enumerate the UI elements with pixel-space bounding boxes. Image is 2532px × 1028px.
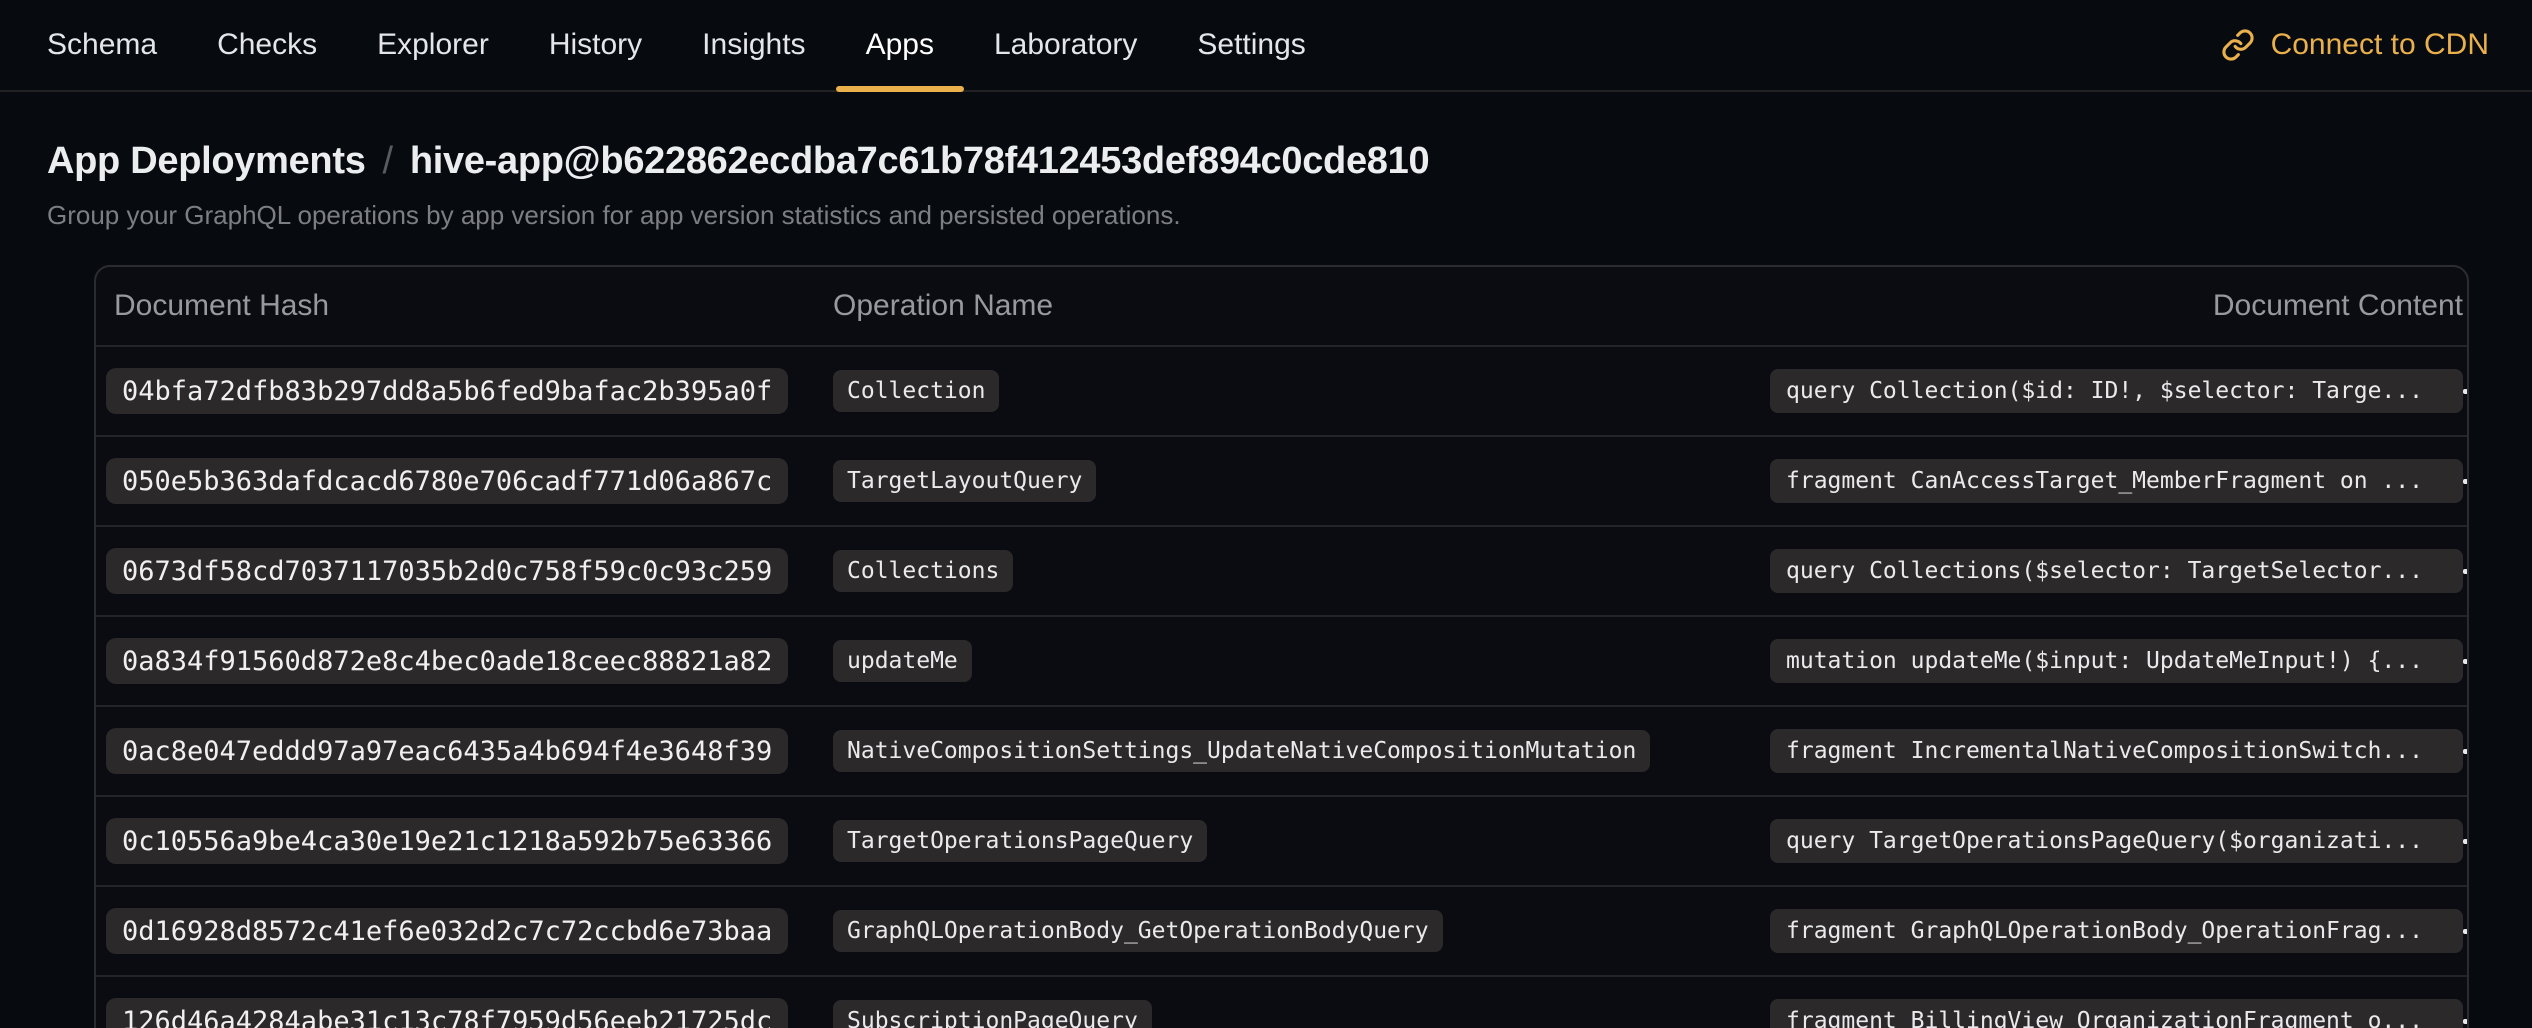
ellipsis-icon <box>2463 929 2467 934</box>
document-content-preview: query Collection($id: ID!, $selector: Ta… <box>1770 369 2463 413</box>
ellipsis-icon <box>2463 659 2467 664</box>
document-content-preview: mutation updateMe($input: UpdateMeInput!… <box>1770 639 2463 683</box>
table-header-row: Document Hash Operation Name Document Co… <box>96 267 2467 345</box>
document-hash-value: 0ac8e047eddd97a97eac6435a4b694f4e3648f39 <box>106 728 788 774</box>
tab-history[interactable]: History <box>519 0 672 90</box>
table-row: 0a834f91560d872e8c4bec0ade18ceec88821a82… <box>96 615 2467 705</box>
operation-name-value: NativeCompositionSettings_UpdateNativeCo… <box>833 730 1650 772</box>
table-row: 0673df58cd7037117035b2d0c758f59c0c93c259… <box>96 525 2467 615</box>
nav-tabs: SchemaChecksExplorerHistoryInsightsAppsL… <box>17 0 1336 90</box>
column-header-operation-name: Operation Name <box>833 289 1770 323</box>
deployments-table: Document Hash Operation Name Document Co… <box>94 265 2469 1028</box>
row-menu-button[interactable] <box>2463 375 2467 408</box>
row-menu-button[interactable] <box>2463 465 2467 498</box>
breadcrumb-root-app-deployments[interactable]: App Deployments <box>47 136 366 186</box>
breadcrumb-separator: / <box>383 136 393 186</box>
document-content-preview: query TargetOperationsPageQuery($organiz… <box>1770 819 2463 863</box>
ellipsis-icon <box>2463 569 2467 574</box>
tab-insights[interactable]: Insights <box>672 0 835 90</box>
page-title-app-id: hive-app@b622862ecdba7c61b78f412453def89… <box>410 136 1429 186</box>
row-menu-button[interactable] <box>2463 915 2467 948</box>
row-menu-button[interactable] <box>2463 555 2467 588</box>
document-hash-value: 0673df58cd7037117035b2d0c758f59c0c93c259 <box>106 548 788 594</box>
link-chain-icon <box>2221 28 2255 62</box>
row-menu-button[interactable] <box>2463 735 2467 768</box>
operation-name-value: TargetOperationsPageQuery <box>833 820 1207 862</box>
tab-explorer[interactable]: Explorer <box>347 0 519 90</box>
breadcrumb: App Deployments / hive-app@b622862ecdba7… <box>47 136 2485 186</box>
ellipsis-icon <box>2463 389 2467 394</box>
column-header-document-hash: Document Hash <box>106 289 833 323</box>
top-navigation-bar: SchemaChecksExplorerHistoryInsightsAppsL… <box>0 0 2532 92</box>
table-row: 050e5b363dafdcacd6780e706cadf771d06a867c… <box>96 435 2467 525</box>
document-hash-value: 126d46a4284abe31c13c78f7959d56eeb21725dc <box>106 998 788 1028</box>
page-subtitle: Group your GraphQL operations by app ver… <box>47 198 2485 232</box>
app-deployment-page: App Deployments / hive-app@b622862ecdba7… <box>0 136 2532 1028</box>
operation-name-value: GraphQLOperationBody_GetOperationBodyQue… <box>833 910 1443 952</box>
operation-name-value: SubscriptionPageQuery <box>833 1000 1152 1028</box>
document-content-preview: query Collections($selector: TargetSelec… <box>1770 549 2463 593</box>
document-hash-value: 050e5b363dafdcacd6780e706cadf771d06a867c <box>106 458 788 504</box>
table-row: 126d46a4284abe31c13c78f7959d56eeb21725dc… <box>96 975 2467 1028</box>
operation-name-value: TargetLayoutQuery <box>833 460 1096 502</box>
tab-apps[interactable]: Apps <box>836 0 964 90</box>
connect-to-cdn-label: Connect to CDN <box>2271 28 2489 62</box>
table-body: 04bfa72dfb83b297dd8a5b6fed9bafac2b395a0f… <box>96 345 2467 1028</box>
document-content-preview: fragment IncrementalNativeCompositionSwi… <box>1770 729 2463 773</box>
column-header-document-content: Document Content <box>1770 289 2463 323</box>
ellipsis-icon <box>2463 479 2467 484</box>
document-hash-value: 0c10556a9be4ca30e19e21c1218a592b75e63366 <box>106 818 788 864</box>
operation-name-value: updateMe <box>833 640 972 682</box>
document-content-preview: fragment CanAccessTarget_MemberFragment … <box>1770 459 2463 503</box>
connect-to-cdn-button[interactable]: Connect to CDN <box>2221 0 2489 90</box>
row-menu-button[interactable] <box>2463 825 2467 858</box>
document-content-preview: fragment GraphQLOperationBody_OperationF… <box>1770 909 2463 953</box>
table-row: 0d16928d8572c41ef6e032d2c7c72ccbd6e73baa… <box>96 885 2467 975</box>
document-hash-value: 0a834f91560d872e8c4bec0ade18ceec88821a82 <box>106 638 788 684</box>
table-row: 0ac8e047eddd97a97eac6435a4b694f4e3648f39… <box>96 705 2467 795</box>
table-row: 0c10556a9be4ca30e19e21c1218a592b75e63366… <box>96 795 2467 885</box>
tab-laboratory[interactable]: Laboratory <box>964 0 1167 90</box>
document-content-preview: fragment BillingView_OrganizationFragmen… <box>1770 999 2463 1028</box>
operation-name-value: Collections <box>833 550 1013 592</box>
operation-name-value: Collection <box>833 370 999 412</box>
document-hash-value: 0d16928d8572c41ef6e032d2c7c72ccbd6e73baa <box>106 908 788 954</box>
row-menu-button[interactable] <box>2463 645 2467 678</box>
tab-schema[interactable]: Schema <box>17 0 187 90</box>
ellipsis-icon <box>2463 749 2467 754</box>
document-hash-value: 04bfa72dfb83b297dd8a5b6fed9bafac2b395a0f <box>106 368 788 414</box>
row-menu-button[interactable] <box>2463 1005 2467 1028</box>
table-row: 04bfa72dfb83b297dd8a5b6fed9bafac2b395a0f… <box>96 345 2467 435</box>
tab-settings[interactable]: Settings <box>1167 0 1335 90</box>
ellipsis-icon <box>2463 839 2467 844</box>
tab-checks[interactable]: Checks <box>187 0 347 90</box>
ellipsis-icon <box>2463 1019 2467 1024</box>
